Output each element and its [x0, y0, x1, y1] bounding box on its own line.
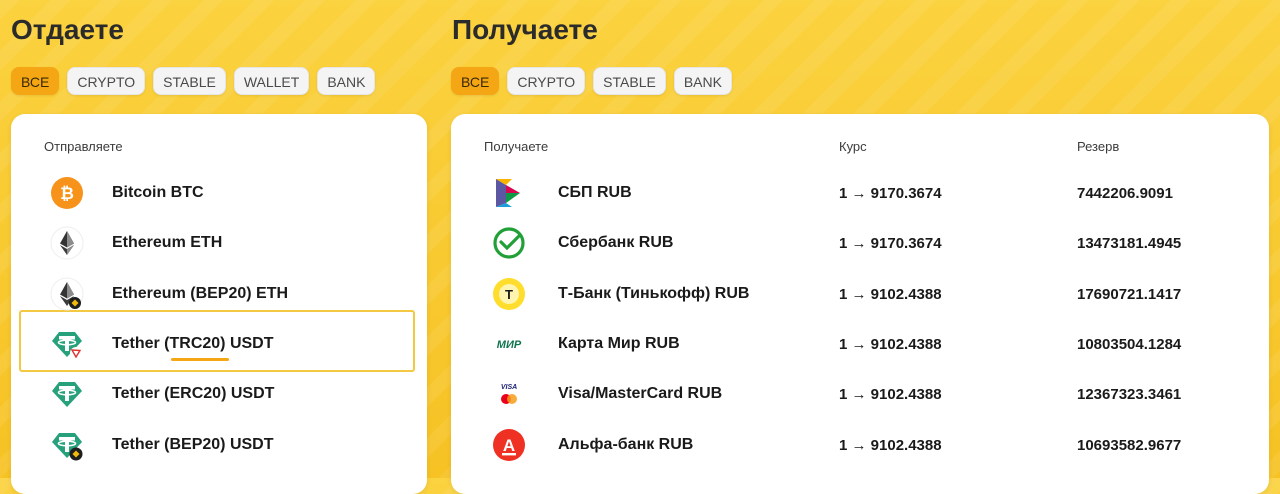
ethereum-icon [50, 226, 84, 260]
receive-item-label: Карта Мир RUB [558, 335, 680, 352]
tether-bep20-icon [50, 428, 84, 462]
receive-item-sberbank[interactable]: Сбербанк RUB 1 → 9170.3674 13473181.4945 [451, 218, 1269, 268]
receive-column-header-reserve: Резерв [1077, 139, 1120, 154]
reserve-amount: 7442206.9091 [1077, 184, 1173, 202]
receive-filter-stable[interactable]: STABLE [593, 67, 666, 95]
receive-column-header-rate: Курс [839, 139, 867, 154]
give-item-label: Tether (BEP20) USDT [112, 436, 274, 453]
exchange-rate: 1 → 9170.3674 [839, 184, 942, 202]
give-item-label: Tether (TRC20) USDT [112, 335, 274, 352]
bitcoin-icon: ₿ [50, 176, 84, 210]
give-item-label: Bitcoin BTC [112, 184, 204, 201]
tether-erc20-icon [50, 377, 84, 411]
selected-underline [171, 358, 229, 361]
give-item-ethereum[interactable]: Ethereum ETH [19, 218, 417, 268]
give-item-tether-bep20[interactable]: Tether (BEP20) USDT [19, 420, 417, 470]
receive-filter-all[interactable]: ВСЕ [451, 67, 500, 95]
receive-currency-table: Получаете Курс Резерв СБП RUB 1 → 9170.3… [451, 114, 1269, 494]
svg-text:Т: Т [505, 287, 513, 302]
receive-item-label: СБП RUB [558, 184, 632, 201]
sbp-icon [492, 176, 526, 210]
alfabank-icon: А [492, 428, 526, 462]
receive-item-alfabank[interactable]: А Альфа-банк RUB 1 → 9102.4388 10693582.… [451, 420, 1269, 470]
give-filter-stable[interactable]: STABLE [153, 67, 226, 95]
exchange-rate: 1 → 9102.4388 [839, 436, 942, 454]
give-filter-all[interactable]: ВСЕ [11, 67, 60, 95]
give-filter-crypto[interactable]: CRYPTO [67, 67, 146, 95]
give-filter-bank[interactable]: BANK [317, 67, 376, 95]
reserve-amount: 17690721.1417 [1077, 285, 1182, 303]
receive-section-title: Получаете [452, 14, 598, 45]
receive-filter-bank[interactable]: BANK [673, 67, 732, 95]
receive-column-header-name: Получаете [484, 139, 549, 154]
svg-text:МИР: МИР [497, 339, 522, 351]
tether-trc20-icon [50, 327, 84, 361]
ethereum-bep20-icon [50, 277, 84, 311]
exchange-rate: 1 → 9102.4388 [839, 385, 942, 403]
receive-item-label: Т-Банк (Тинькофф) RUB [558, 285, 750, 302]
receive-item-label: Visa/MasterCard RUB [558, 385, 723, 402]
receive-item-mir[interactable]: МИР Карта Мир RUB 1 → 9102.4388 10803504… [451, 319, 1269, 369]
receive-item-tbank[interactable]: Т Т-Банк (Тинькофф) RUB 1 → 9102.4388 17… [451, 269, 1269, 319]
give-item-tether-trc20[interactable]: Tether (TRC20) USDT [19, 319, 417, 369]
give-column-header: Отправляете [44, 139, 123, 154]
exchange-rate: 1 → 9102.4388 [839, 285, 942, 303]
give-item-label: Tether (ERC20) USDT [112, 385, 275, 402]
give-item-bitcoin[interactable]: ₿ Bitcoin BTC [19, 168, 417, 218]
visa-mastercard-icon: VISA [492, 377, 526, 411]
give-filter-wallet[interactable]: WALLET [233, 67, 310, 95]
sberbank-icon [492, 226, 526, 260]
receive-filters: ВСЕ CRYPTO STABLE BANK [451, 67, 732, 95]
svg-text:₿: ₿ [60, 184, 74, 203]
receive-item-label: Альфа-банк RUB [558, 436, 694, 453]
reserve-amount: 13473181.4945 [1077, 234, 1182, 252]
exchange-rate: 1 → 9102.4388 [839, 335, 942, 353]
give-item-label: Ethereum (BEP20) ETH [112, 285, 289, 302]
give-item-label: Ethereum ETH [112, 234, 223, 251]
svg-text:VISA: VISA [501, 384, 517, 391]
give-item-tether-erc20[interactable]: Tether (ERC20) USDT [19, 369, 417, 419]
receive-filter-crypto[interactable]: CRYPTO [507, 67, 586, 95]
reserve-amount: 10693582.9677 [1077, 436, 1182, 454]
give-currency-list: Отправляете ₿ Bitcoin BTC Ethereum ETH E… [11, 114, 427, 494]
give-section-title: Отдаете [11, 14, 124, 45]
tbank-icon: Т [492, 277, 526, 311]
receive-item-sbp[interactable]: СБП RUB 1 → 9170.3674 7442206.9091 [451, 168, 1269, 218]
give-item-ethereum-bep20[interactable]: Ethereum (BEP20) ETH [19, 269, 417, 319]
reserve-amount: 10803504.1284 [1077, 335, 1182, 353]
mir-icon: МИР [492, 327, 526, 361]
reserve-amount: 12367323.3461 [1077, 385, 1182, 403]
exchange-rate: 1 → 9170.3674 [839, 234, 942, 252]
svg-text:А: А [503, 436, 515, 455]
receive-item-label: Сбербанк RUB [558, 234, 674, 251]
receive-item-visa-mastercard[interactable]: VISA Visa/MasterCard RUB 1 → 9102.4388 1… [451, 369, 1269, 419]
give-filters: ВСЕ CRYPTO STABLE WALLET BANK [11, 67, 376, 95]
